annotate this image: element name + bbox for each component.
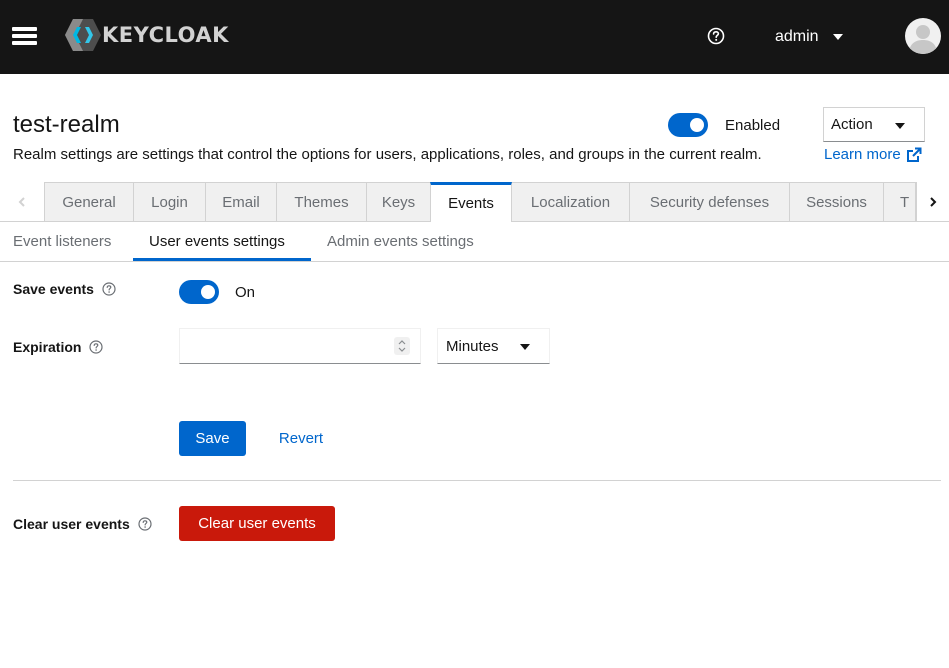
help-icon[interactable] [707,27,725,45]
expiration-label: Expiration [13,338,104,356]
spinner-arrows-icon [398,340,406,352]
tab-email[interactable]: Email [206,182,277,221]
clear-user-events-button[interactable]: Clear user events [179,506,335,541]
revert-button[interactable]: Revert [262,421,340,456]
save-events-label: Save events [13,280,116,298]
number-spinner[interactable] [394,337,410,355]
tab-label: Email [222,193,260,211]
chevron-right-icon [930,196,937,207]
tab-general[interactable]: General [45,182,134,221]
subtab-event-listeners[interactable]: Event listeners [13,222,111,261]
brand-text: KEYCLOAK [102,23,229,47]
section-divider [13,480,941,481]
learn-more-label: Learn more [824,146,901,163]
tab-truncated[interactable]: T [884,182,916,221]
tab-login[interactable]: Login [134,182,206,221]
events-subtabs: Event listeners User events settings Adm… [0,222,949,262]
subtab-label: Event listeners [13,233,112,250]
learn-more-link[interactable]: Learn more [824,145,922,165]
tab-label: Login [151,193,188,211]
expiration-text: Expiration [13,339,82,355]
tab-label: Themes [294,193,349,211]
expiration-input[interactable] [179,328,421,364]
tab-label: Sessions [806,193,867,211]
realm-enabled-toggle[interactable] [668,113,708,137]
masthead: KEYCLOAK admin [0,0,949,74]
save-events-text: Save events [13,281,94,297]
tab-label: T [900,193,910,211]
user-menu-dropdown[interactable]: admin [775,24,843,50]
action-dropdown[interactable]: Action [823,107,925,142]
active-subtab-indicator [133,258,311,261]
tab-label: General [62,193,116,211]
page-title: test-realm [13,111,120,138]
tab-label: Events [448,195,494,212]
subtab-label: Admin events settings [327,233,474,250]
subtab-label: User events settings [149,233,285,250]
save-events-state: On [235,284,256,301]
subtab-user-events-settings[interactable]: User events settings [149,222,285,261]
help-icon[interactable] [102,282,116,296]
tab-events[interactable]: Events [430,182,512,222]
tab-keys[interactable]: Keys [367,182,431,221]
help-icon[interactable] [89,340,104,354]
keycloak-logo-icon [65,19,101,51]
expiration-unit-select[interactable]: Minutes [437,328,550,364]
clear-user-events-label: Clear user events [13,515,152,533]
caret-down-icon [895,123,905,129]
tab-sessions[interactable]: Sessions [790,182,884,221]
user-avatar-icon [909,25,937,54]
chevron-down-icon [832,34,843,40]
scroll-right-button[interactable] [916,182,949,221]
save-events-toggle[interactable] [179,280,219,304]
caret-down-icon [520,344,530,350]
scroll-left-button[interactable] [0,182,45,221]
help-icon[interactable] [138,517,152,531]
chevron-left-icon [18,196,25,207]
tab-label: Keys [381,193,416,211]
clear-user-events-text: Clear user events [13,516,130,532]
tab-themes[interactable]: Themes [277,182,367,221]
subtab-admin-events-settings[interactable]: Admin events settings [327,222,474,261]
save-button[interactable]: Save [179,421,246,456]
user-name: admin [775,28,819,45]
brand-logo[interactable]: KEYCLOAK [64,18,229,52]
tab-label: Security defenses [649,193,770,211]
tab-security-defenses[interactable]: Security defenses [630,182,790,221]
realm-settings-tabs: General Login Email Themes Keys Events L… [0,182,949,222]
hamburger-menu-icon[interactable] [12,25,37,47]
avatar[interactable] [905,18,941,54]
tab-localization[interactable]: Localization [512,182,630,221]
external-link-icon [906,147,922,162]
expiration-unit-value: Minutes [446,337,499,355]
page-description: Realm settings are settings that control… [13,146,762,163]
action-dropdown-label: Action [831,116,873,133]
tab-label: Localization [530,193,611,211]
realm-enabled-label: Enabled [725,117,781,134]
